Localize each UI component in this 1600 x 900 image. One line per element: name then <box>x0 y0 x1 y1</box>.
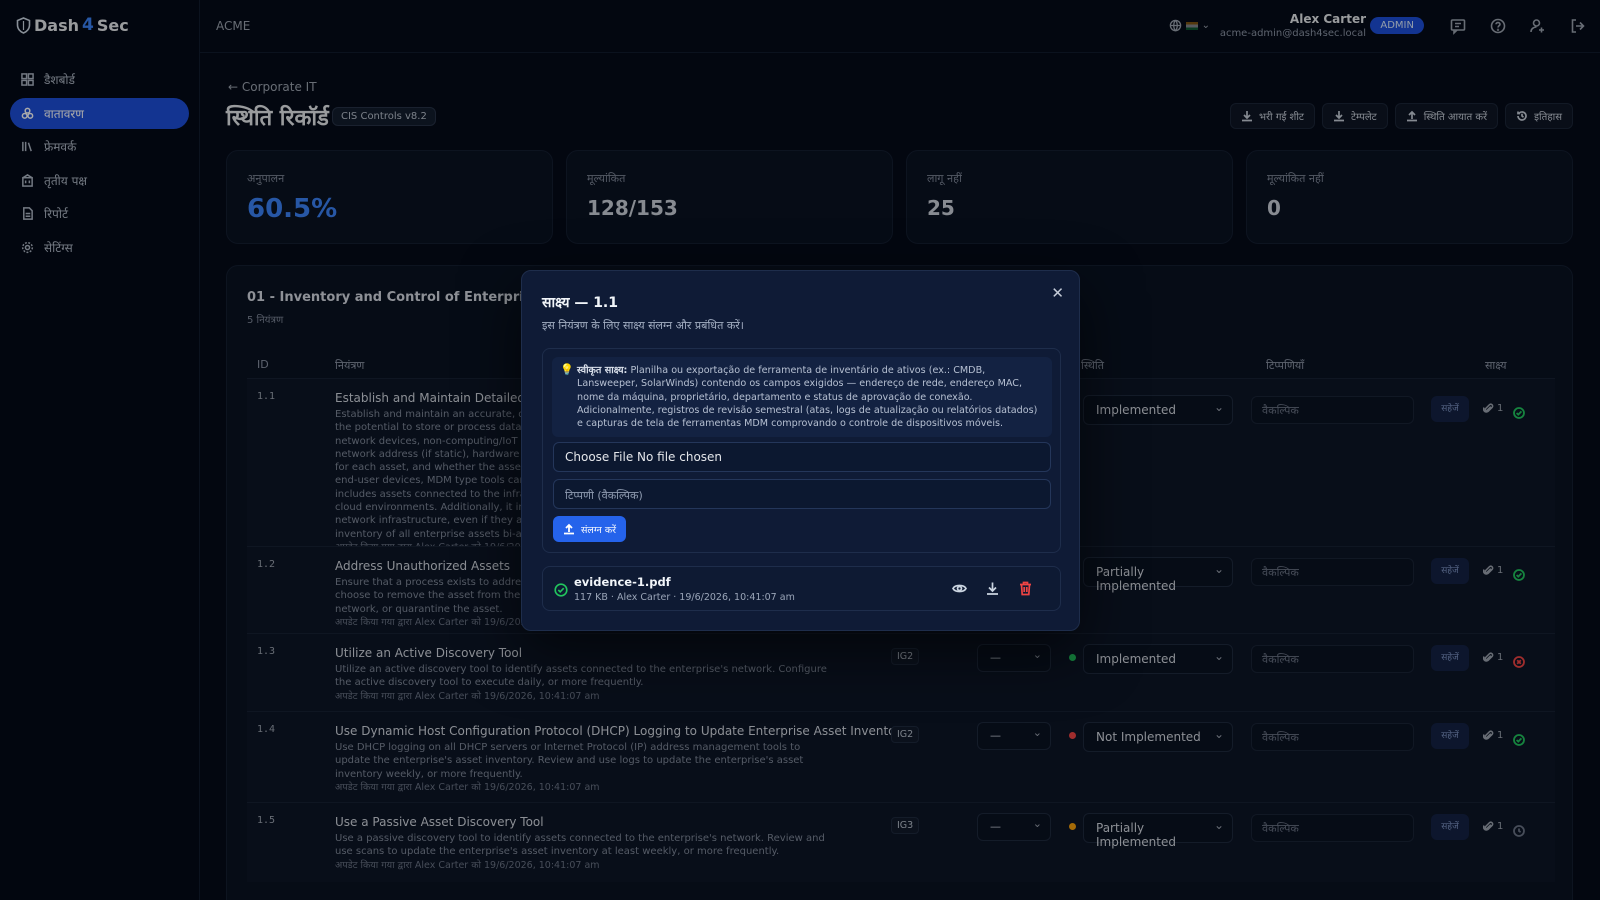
attach-button-label: संलग्न करें <box>581 524 617 536</box>
download-icon[interactable] <box>985 581 1000 596</box>
trash-icon[interactable] <box>1018 581 1033 596</box>
lightbulb-icon: 💡 <box>560 363 574 376</box>
file-meta: 117 KB · Alex Carter · 19/6/2026, 10:41:… <box>574 592 795 603</box>
view-icon[interactable] <box>952 581 967 596</box>
file-input[interactable]: Choose File No file chosen <box>553 442 1051 472</box>
modal-title: साक्ष्य — 1.1 <box>542 295 618 311</box>
evidence-file-row: evidence-1.pdf 117 KB · Alex Carter · 19… <box>542 566 1061 611</box>
evidence-modal: साक्ष्य — 1.1 इस नियंत्रण के लिए साक्ष्य… <box>521 270 1080 631</box>
attach-button[interactable]: संलग्न करें <box>553 516 627 542</box>
hint-text: Planilha ou exportação de ferramenta de … <box>577 365 1038 430</box>
hint-label: स्वीकृत साक्ष्य: <box>577 365 628 376</box>
upload-box: 💡 स्वीकृत साक्ष्य: Planilha ou exportaçã… <box>542 348 1061 553</box>
modal-subtitle: इस नियंत्रण के लिए साक्ष्य संलग्न और प्र… <box>542 319 744 332</box>
accepted-evidence-hint: 💡 स्वीकृत साक्ष्य: Planilha ou exportaçã… <box>552 357 1052 437</box>
file-name: evidence-1.pdf <box>574 575 671 589</box>
comment-field[interactable]: टिप्पणी (वैकल्पिक) <box>553 479 1051 509</box>
upload-icon <box>564 523 574 535</box>
close-icon[interactable]: ✕ <box>1051 284 1064 302</box>
check-circle-icon <box>554 582 568 597</box>
